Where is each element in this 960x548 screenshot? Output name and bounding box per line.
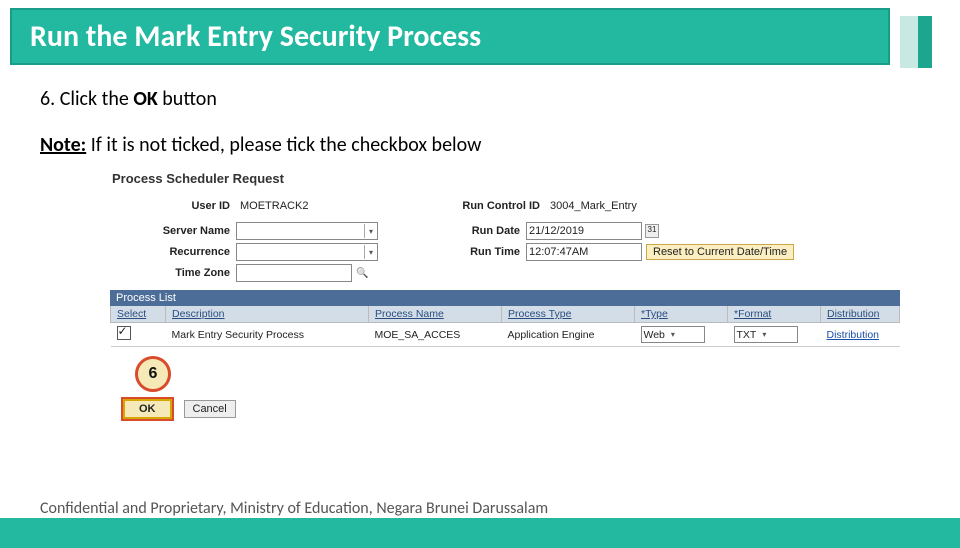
step-callout-6: 6 <box>135 356 171 392</box>
step-prefix: 6. Click the <box>40 87 133 111</box>
chevron-down-icon: ▾ <box>671 330 675 339</box>
note-label: Note: <box>40 133 86 157</box>
value-run-control-id: 3004_Mark_Entry <box>546 200 641 212</box>
process-list-header: Process List <box>110 290 900 306</box>
value-user-id: MOETRACK2 <box>236 200 312 212</box>
cell-process-type: Application Engine <box>502 323 635 347</box>
recurrence-select[interactable]: ▾ <box>236 243 378 261</box>
cell-process-name: MOE_SA_ACCES <box>369 323 502 347</box>
chevron-down-icon: ▾ <box>364 245 377 259</box>
label-run-date: Run Date <box>430 225 526 237</box>
col-format[interactable]: Format <box>728 306 821 323</box>
label-run-control-id: Run Control ID <box>430 200 546 212</box>
cell-description: Mark Entry Security Process <box>166 323 369 347</box>
select-checkbox[interactable] <box>117 326 131 340</box>
ok-button[interactable]: OK <box>123 399 172 419</box>
col-description[interactable]: Description <box>166 306 369 323</box>
footer-text: Confidential and Proprietary, Ministry o… <box>0 493 960 518</box>
label-run-time: Run Time <box>430 246 526 258</box>
table-row: Mark Entry Security Process MOE_SA_ACCES… <box>111 323 900 347</box>
search-icon[interactable] <box>356 267 368 279</box>
col-type[interactable]: Type <box>635 306 728 323</box>
corner-accent <box>900 16 960 68</box>
label-recurrence: Recurrence <box>110 246 236 258</box>
step-bold: OK <box>133 87 157 111</box>
col-process-type[interactable]: Process Type <box>502 306 635 323</box>
run-time-input[interactable]: 12:07:47AM <box>526 243 642 261</box>
label-server-name: Server Name <box>110 225 236 237</box>
label-time-zone: Time Zone <box>110 267 236 279</box>
note-text: If it is not ticked, please tick the che… <box>86 133 481 157</box>
content-area: 6. Click the OK button Note: If it is no… <box>0 65 960 347</box>
cancel-button[interactable]: Cancel <box>184 400 236 418</box>
distribution-link[interactable]: Distribution <box>827 329 880 341</box>
footer-bar <box>0 518 960 548</box>
run-date-input[interactable]: 21/12/2019 <box>526 222 642 240</box>
slide-title: Run the Mark Entry Security Process <box>10 8 890 65</box>
col-select[interactable]: Select <box>111 306 166 323</box>
reset-date-time-button[interactable]: Reset to Current Date/Time <box>646 244 794 260</box>
calendar-icon[interactable]: 31 <box>645 224 659 238</box>
note-line: Note: If it is not ticked, please tick t… <box>40 133 920 157</box>
step-instruction: 6. Click the OK button <box>40 87 920 111</box>
time-zone-input[interactable] <box>236 264 352 282</box>
step-suffix: button <box>158 87 217 111</box>
process-list-table: Select Description Process Name Process … <box>110 306 900 347</box>
type-select[interactable]: Web▾ <box>641 326 705 343</box>
format-select[interactable]: TXT▾ <box>734 326 798 343</box>
label-user-id: User ID <box>110 200 236 212</box>
chevron-down-icon: ▾ <box>762 330 766 339</box>
scheduler-heading: Process Scheduler Request <box>112 171 900 186</box>
server-name-select[interactable]: ▾ <box>236 222 378 240</box>
scheduler-screenshot: Process Scheduler Request User ID MOETRA… <box>110 171 900 347</box>
chevron-down-icon: ▾ <box>364 224 377 238</box>
col-process-name[interactable]: Process Name <box>369 306 502 323</box>
col-distribution[interactable]: Distribution <box>821 306 900 323</box>
